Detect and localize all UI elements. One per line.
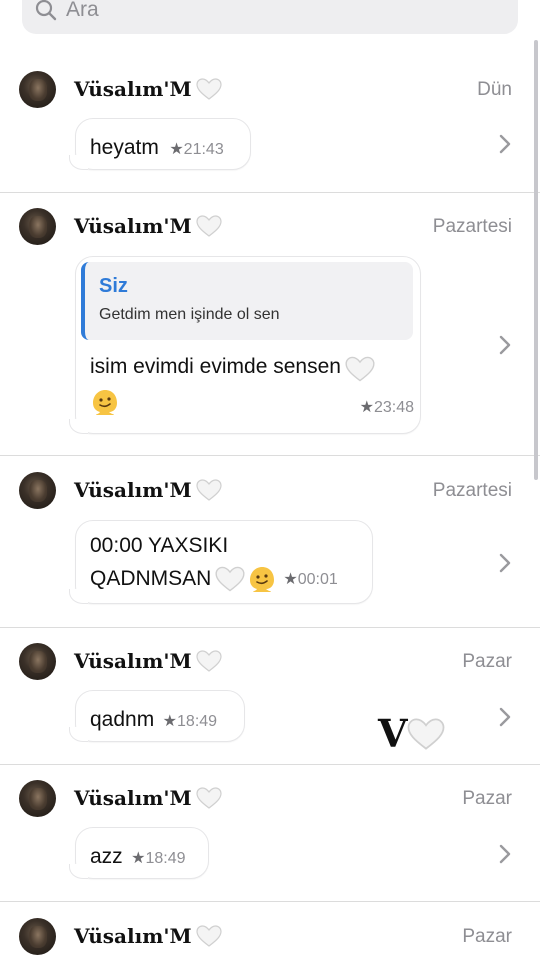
chevron-right-icon[interactable] [498,706,512,728]
white-heart-icon [196,78,222,100]
message-bubble[interactable]: azz ★18:49 [69,827,209,879]
search-result[interactable]: Vüsalım'M Pazartesi 00:00 YAXSIKI QADNMS… [0,472,540,628]
contact-name-text: Vüsalım'M [74,786,192,810]
contact-name-text: Vüsalım'M [74,924,192,948]
chevron-right-icon[interactable] [498,843,512,865]
watermark: V [378,714,445,754]
white-heart-icon [196,925,222,947]
contact-name: Vüsalım'M [74,924,222,948]
search-result[interactable]: Vüsalım'M Pazar qadnm ★18:49 [0,643,540,765]
search-result[interactable]: Vüsalım'M Pazartesi Siz Getdim men işind… [0,208,540,456]
contact-name-text: Vüsalım'M [74,214,192,238]
avatar [19,643,56,680]
chevron-right-icon[interactable] [498,334,512,356]
contact-name: Vüsalım'M [74,77,222,101]
melting-face-icon [93,390,117,415]
message-text: azz [90,845,123,868]
message-text: QADNMSAN [90,567,212,590]
reply-author: Siz [99,275,128,297]
contact-name: Vüsalım'M [74,649,222,673]
search-result[interactable]: Vüsalım'M Pazar [0,918,540,960]
chevron-right-icon[interactable] [498,133,512,155]
reply-quote[interactable]: Siz Getdim men işinde ol sen [81,262,413,340]
watermark-letter: V [378,711,408,756]
white-heart-icon [196,787,222,809]
search-bar[interactable] [22,0,518,34]
star-icon: ★ [162,713,178,730]
message-date: Pazartesi [432,216,512,237]
message-date: Pazar [462,651,512,672]
white-heart-icon [196,650,222,672]
message-bubble[interactable]: 00:00 YAXSIKI QADNMSAN ★00:01 [69,520,373,604]
contact-name-text: Vüsalım'M [74,649,192,673]
message-time: ★21:43 [169,141,224,158]
avatar [19,780,56,817]
star-icon: ★ [131,850,146,867]
search-icon [35,0,57,21]
message-time: ★23:48 [359,399,414,416]
search-result[interactable]: Vüsalım'M Pazar azz ★18:49 [0,780,540,902]
white-heart-icon [196,215,222,237]
search-input[interactable] [66,0,466,22]
message-bubble[interactable]: heyatm ★21:43 [69,118,251,170]
contact-name-text: Vüsalım'M [74,77,192,101]
message-bubble[interactable]: Siz Getdim men işinde ol sen isim evimdi… [69,256,421,434]
white-heart-icon [215,566,245,591]
star-icon: ★ [169,141,184,158]
search-result[interactable]: Vüsalım'M Dün heyatm ★21:43 [0,71,540,193]
message-text: heyatm [90,136,159,159]
avatar [19,472,56,509]
contact-name: Vüsalım'M [74,786,222,810]
contact-name-text: Vüsalım'M [74,478,192,502]
message-bubble[interactable]: qadnm ★18:49 [69,690,245,742]
message-time: ★18:49 [162,713,218,730]
message-text: 00:00 YAXSIKI [90,534,229,557]
avatar [19,71,56,108]
chevron-right-icon[interactable] [498,552,512,574]
melting-face-icon [250,566,275,592]
message-date: Pazartesi [432,480,512,501]
contact-name: Vüsalım'M [74,478,222,502]
message-date: Dün [477,79,512,100]
reply-text: Getdim men işinde ol sen [99,306,280,323]
avatar [19,208,56,245]
white-heart-icon [196,479,222,501]
white-heart-icon [345,356,375,382]
message-text: isim evimdi evimde sensen [90,355,341,378]
contact-name: Vüsalım'M [74,214,222,238]
scrollbar[interactable] [534,40,538,480]
message-time: ★00:01 [283,570,338,588]
white-heart-icon [408,718,445,750]
message-time: ★18:49 [131,850,186,867]
star-icon: ★ [359,399,374,416]
message-date: Pazar [462,926,512,947]
message-text: qadnm [90,708,155,731]
star-icon: ★ [283,570,298,588]
avatar [19,918,56,955]
message-date: Pazar [462,788,512,809]
